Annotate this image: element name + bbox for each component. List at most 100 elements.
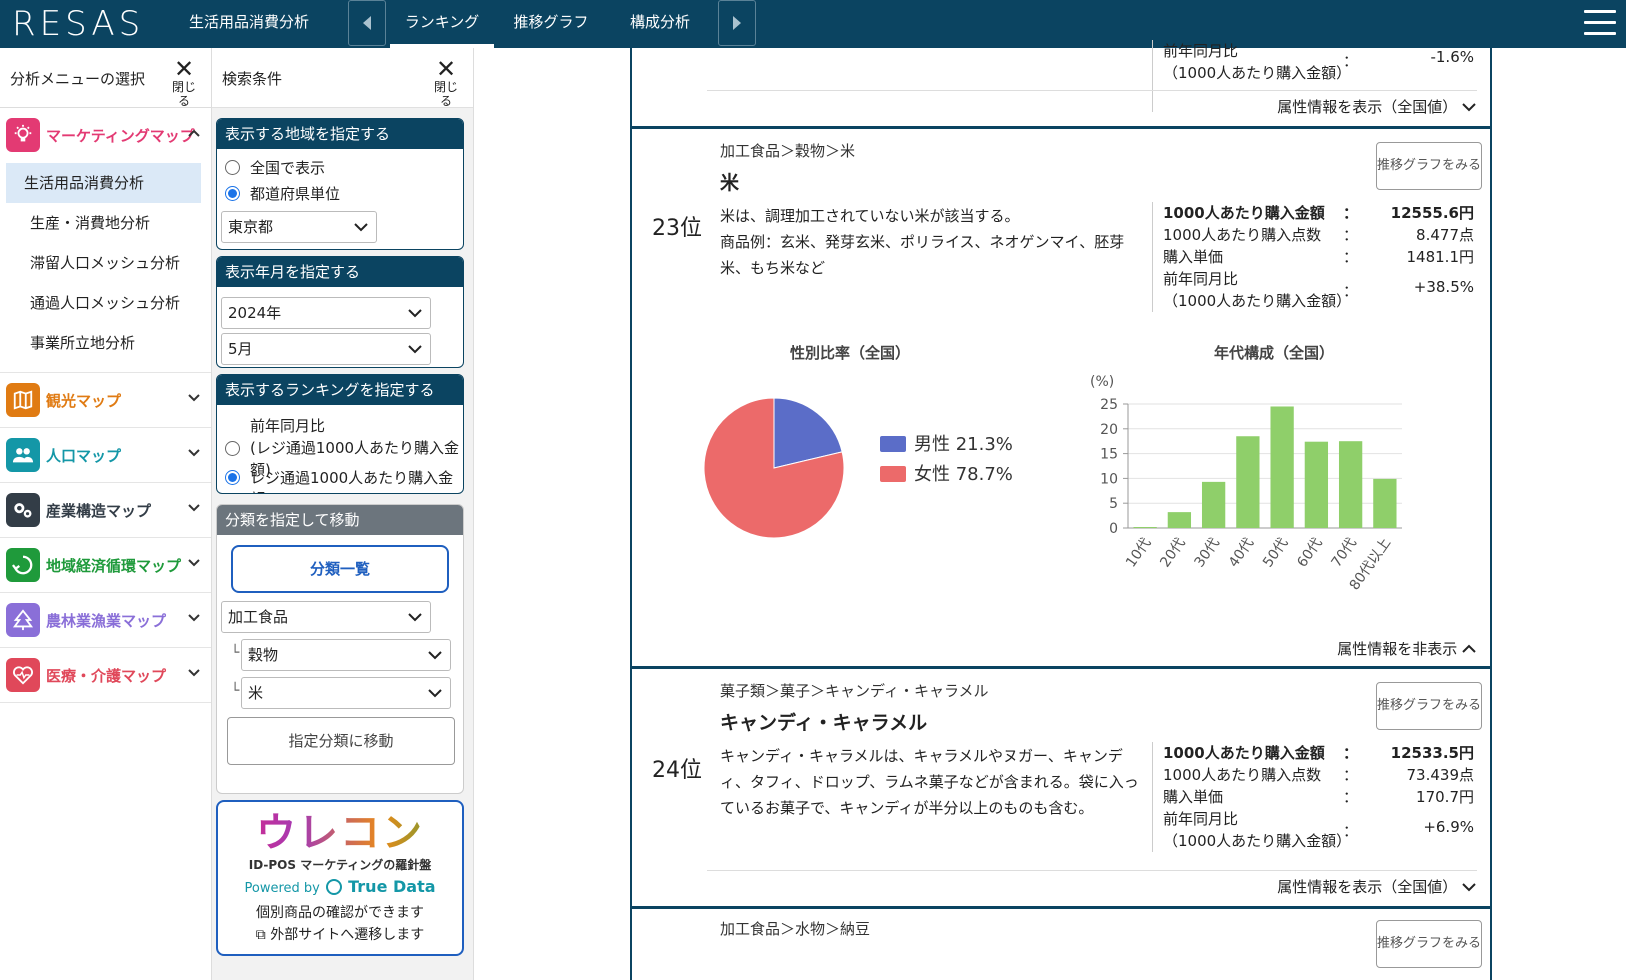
cond-panel-title: 検索条件 (222, 70, 283, 88)
desc-line: 商品例：玄米、発芽玄米、ポリライス、ネオゲンマイ、胚芽米、もち米など (720, 233, 1125, 277)
cond-close-button[interactable]: ✕ 閉じる (429, 57, 463, 108)
chevron-down-icon (408, 613, 422, 622)
trend-graph-button[interactable]: 推移グラフをみる (1376, 142, 1482, 190)
stat-key: 1000人あたり購入点数 (1163, 226, 1322, 244)
close-label: 閉じる (433, 80, 458, 108)
stat-key: 購入単価 (1163, 788, 1224, 806)
prefecture-select[interactable]: 東京都 (221, 211, 377, 243)
legend-swatch (880, 466, 906, 482)
stat-value: 8.477点 (1416, 226, 1474, 244)
ranking-box: 表示するランキングを指定する 前年同月比 (レジ通過1000人あたり購入金額) … (216, 374, 464, 494)
cond-panel-header: 検索条件 ✕ 閉じる (212, 48, 473, 108)
legend-label: 男性 21.3% (914, 434, 1013, 455)
chevron-down-icon (188, 504, 200, 512)
urecon-logo: ウレコン (218, 810, 462, 856)
select-value: 米 (248, 684, 264, 702)
nav-trend-graph-tab[interactable]: 推移グラフ (508, 0, 594, 48)
menu-close-button[interactable]: ✕ 閉じる (167, 57, 201, 108)
item-stats: 1000人あたり購入金額 ： 12533.5円 1000人あたり購入点数 ： 73.43… (1152, 742, 1474, 852)
submenu-item-production[interactable]: 生産・消費地分析 (6, 203, 201, 243)
item-description: 米は、調理加工されていない米が該当する。 商品例：玄米、発芽玄米、ポリライス、ネ… (720, 203, 1145, 281)
y-tick-label: 5 (1109, 496, 1118, 512)
external-link-icon: ⧉ (255, 927, 266, 943)
radio-circle[interactable] (225, 440, 240, 456)
stat-row: 購入単価 ： 170.7円 (1163, 786, 1474, 808)
submenu-item-pass-mesh[interactable]: 通過人口メッシュ分析 (6, 283, 201, 323)
toggle-label: 属性情報を表示（全国値） (1277, 98, 1458, 116)
ad-line2-text: 外部サイトへ遷移します (270, 927, 425, 943)
select-value: 2024年 (228, 304, 282, 322)
truedata-logo-icon (325, 879, 342, 895)
menu-category-population[interactable]: 人口マップ (0, 428, 211, 483)
menu-category-tourism[interactable]: 観光マップ (0, 373, 211, 428)
month-select[interactable]: 5月 (221, 333, 431, 365)
radio-circle-selected[interactable] (225, 470, 240, 485)
menu-category-industry[interactable]: 産業構造マップ (0, 483, 211, 538)
menu-category-marketing[interactable]: マーケティングマップ (0, 108, 211, 163)
nav-next-button[interactable] (718, 0, 756, 46)
attribute-show-toggle[interactable]: 属性情報を表示（全国値） (1277, 96, 1476, 117)
divider (707, 90, 1477, 91)
tree-branch-glyph: └ (231, 645, 240, 661)
nav-consumption-analysis[interactable]: 生活用品消費分析 (180, 0, 318, 48)
radio-circle[interactable] (225, 160, 240, 175)
bar-50代 (1270, 406, 1294, 528)
year-select[interactable]: 2024年 (221, 297, 431, 329)
region-box: 表示する地域を指定する 全国で表示 都道府県単位 東京都 (216, 118, 464, 250)
stat-row: 1000人あたり購入点数 ： 73.439点 (1163, 764, 1474, 786)
stat-value: 170.7円 (1416, 788, 1474, 806)
attribute-hide-toggle[interactable]: 属性情報を非表示 (1337, 638, 1476, 659)
select-value: 加工食品 (228, 608, 289, 626)
attribute-show-toggle[interactable]: 属性情報を表示（全国値） (1277, 876, 1476, 897)
menu-category-regional-economy[interactable]: 地域経済循環マップ (0, 538, 211, 593)
stat-row: 購入単価 ： 1481.1円 (1163, 246, 1474, 268)
chevron-down-icon (354, 223, 368, 232)
menu-panel-title: 分析メニューの選択 (10, 70, 146, 88)
submenu-item-office-location[interactable]: 事業所立地分析 (6, 323, 201, 363)
period-box-header: 表示年月を指定する (217, 257, 463, 287)
urecon-ad-banner[interactable]: ウレコン ID-POS マーケティングの羅針盤 Powered by True … (216, 800, 464, 956)
radio-circle-selected[interactable] (225, 186, 240, 201)
trend-graph-button[interactable]: 推移グラフをみる (1376, 920, 1482, 968)
stat-value: 73.439点 (1406, 766, 1475, 784)
level2-select[interactable]: 穀物 (241, 639, 451, 671)
resas-logo[interactable]: RESAS (12, 4, 144, 44)
tree-icon (6, 603, 40, 637)
menu-category-agriculture[interactable]: 農林業漁業マップ (0, 593, 211, 648)
submenu-item-consumption[interactable]: 生活用品消費分析 (6, 163, 201, 203)
lightbulb-icon (6, 118, 40, 152)
divider (707, 870, 1477, 871)
submenu-item-stay-mesh[interactable]: 滞留人口メッシュ分析 (6, 243, 201, 283)
stat-value: 1481.1円 (1406, 248, 1475, 266)
trend-graph-button[interactable]: 推移グラフをみる (1376, 682, 1482, 730)
category-list-button[interactable]: 分類一覧 (231, 545, 449, 593)
stat-row: 前年同月比 (1163, 40, 1474, 62)
nav-composition-tab[interactable]: 構成分析 (620, 0, 700, 48)
stat-key: 1000人あたり購入点数 (1163, 766, 1322, 784)
item-name: 米 (720, 172, 740, 194)
y-tick-label: 10 (1100, 471, 1118, 487)
radio-prefecture[interactable]: 都道府県単位 (225, 183, 340, 204)
level3-select[interactable]: 米 (241, 677, 451, 709)
heart-pulse-icon (6, 658, 40, 692)
category-label: 地域経済循環マップ (46, 557, 182, 575)
powered-label: Powered by (244, 881, 320, 896)
stat-row: 1000人あたり購入金額 ： 12555.6円 (1163, 202, 1474, 224)
legend-swatch (880, 436, 906, 452)
hamburger-menu-icon[interactable] (1584, 10, 1616, 36)
move-to-category-button[interactable]: 指定分類に移動 (227, 717, 455, 765)
classification-box: 分類を指定して移動 分類一覧 加工食品 └ 穀物 └ 米 指定分類に移動 (216, 504, 464, 794)
x-tick-label: 70代 (1329, 535, 1360, 570)
menu-category-medical[interactable]: 医療・介護マップ (0, 648, 211, 703)
item-stats: 1000人あたり購入金額 ： 12555.6円 1000人あたり購入点数 ： 8.477… (1152, 202, 1474, 312)
stat-colon: ： (1343, 822, 1359, 840)
nav-prev-button[interactable] (348, 0, 386, 46)
gender-pie-chart: 男性 21.3% 女性 78.7% (703, 397, 1013, 539)
search-condition-panel: 検索条件 ✕ 閉じる 表示する地域を指定する 全国で表示 都道府県単位 東京都 … (212, 48, 474, 980)
radio-nationwide[interactable]: 全国で表示 (225, 157, 325, 178)
nav-ranking-tab[interactable]: ランキング (390, 0, 494, 48)
level1-select[interactable]: 加工食品 (221, 601, 431, 633)
bar-10代 (1133, 527, 1157, 528)
radio-purchase-amount[interactable]: レジ通過1000人あたり購入金額 (225, 467, 463, 493)
legend-label: 女性 78.7% (914, 464, 1013, 485)
